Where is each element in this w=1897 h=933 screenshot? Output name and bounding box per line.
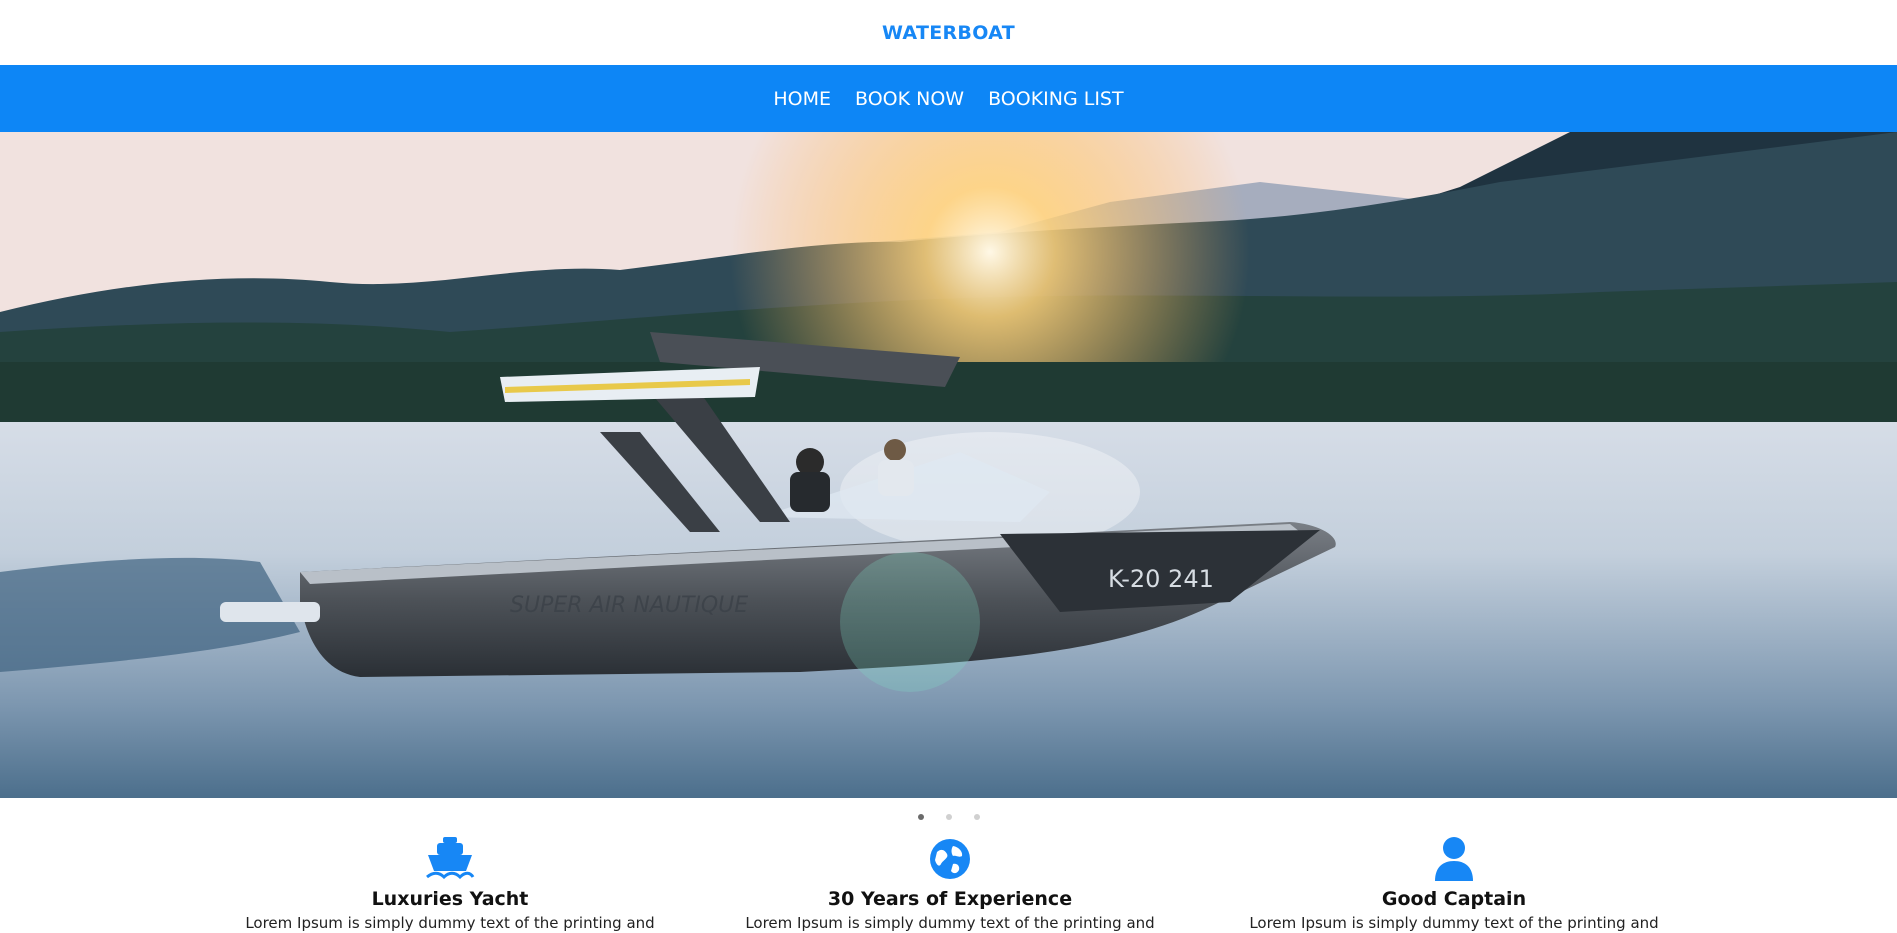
nav-home[interactable]: HOME xyxy=(768,88,836,110)
feature-title: Good Captain xyxy=(1381,888,1527,910)
boat-brand-text: SUPER AIR NAUTIQUE xyxy=(510,593,748,618)
brand-bar: WATERBOAT xyxy=(0,0,1897,65)
feature-text: Lorem Ipsum is simply dummy text of the … xyxy=(745,914,1155,932)
carousel-dot-3[interactable] xyxy=(973,814,980,820)
feature-title: Luxuries Yacht xyxy=(371,888,529,910)
feature-title: 30 Years of Experience xyxy=(827,888,1073,910)
feature-experience: 30 Years of Experience Lorem Ipsum is si… xyxy=(740,836,1160,933)
boat-registration-text: K-20 241 xyxy=(1108,565,1214,593)
feature-luxuries-yacht: Luxuries Yacht Lorem Ipsum is simply dum… xyxy=(240,836,660,933)
boat-on-lake-image: SUPER AIR NAUTIQUE K-20 241 xyxy=(0,132,1897,798)
globe-icon xyxy=(929,836,971,882)
user-icon xyxy=(1435,836,1473,882)
brand-logo-link[interactable]: WATERBOAT xyxy=(882,22,1015,44)
feature-good-captain: Good Captain Lorem Ipsum is simply dummy… xyxy=(1244,836,1664,933)
carousel-indicators xyxy=(0,798,1897,836)
carousel-dot-2[interactable] xyxy=(945,814,952,820)
hero-carousel-slide: SUPER AIR NAUTIQUE K-20 241 xyxy=(0,132,1897,798)
feature-text: Lorem Ipsum is simply dummy text of the … xyxy=(1249,914,1659,932)
nav-book-now[interactable]: BOOK NOW xyxy=(850,88,969,110)
main-nav: HOME BOOK NOW BOOKING LIST xyxy=(0,65,1897,132)
nav-booking-list[interactable]: BOOKING LIST xyxy=(983,88,1129,110)
ship-icon xyxy=(425,836,475,882)
feature-text: Lorem Ipsum is simply dummy text of the … xyxy=(245,914,655,932)
carousel-dot-1[interactable] xyxy=(917,814,924,820)
